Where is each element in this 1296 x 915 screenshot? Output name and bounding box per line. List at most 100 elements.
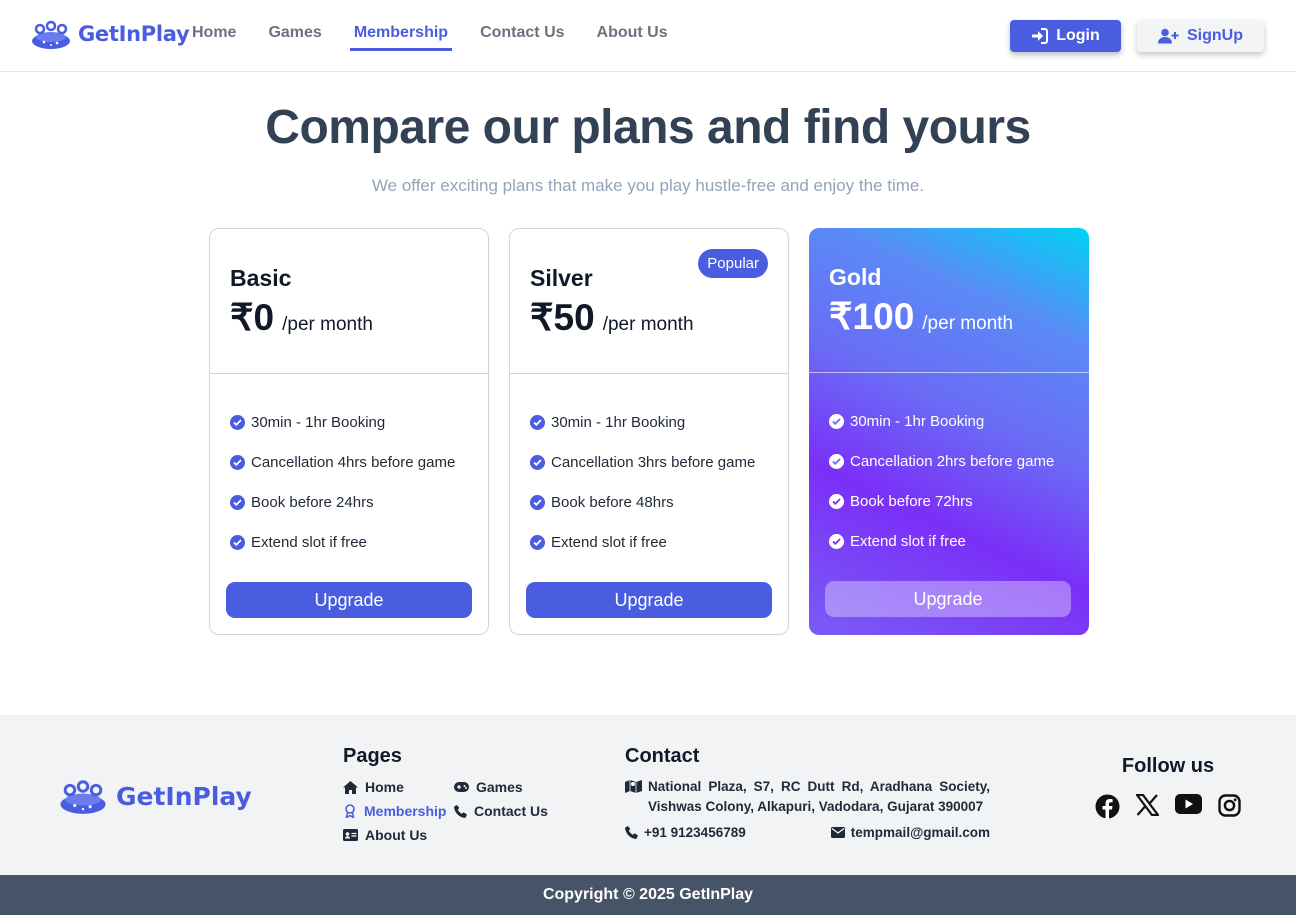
check-circle-icon <box>829 413 844 429</box>
instagram-icon[interactable] <box>1218 794 1241 817</box>
check-circle-icon <box>230 414 245 430</box>
feature-item: Cancellation 2hrs before game <box>829 441 1089 481</box>
upgrade-button-basic[interactable]: Upgrade <box>226 582 472 618</box>
plan-header: Popular Silver ₹50 /per month <box>510 229 788 374</box>
nav-link-about-us[interactable]: About Us <box>597 24 672 51</box>
user-plus-icon <box>1158 28 1179 44</box>
nav-link-home[interactable]: Home <box>192 24 240 51</box>
feature-text: Book before 48hrs <box>551 493 674 511</box>
price-row: ₹50 /per month <box>530 296 768 339</box>
feature-item: Extend slot if free <box>829 521 1089 561</box>
check-circle-icon <box>829 493 844 509</box>
feature-item: 30min - 1hr Booking <box>829 401 1089 441</box>
plan-price: ₹50 <box>530 297 595 338</box>
feature-item: Book before 24hrs <box>230 482 488 522</box>
feature-list: 30min - 1hr Booking Cancellation 2hrs be… <box>809 373 1089 561</box>
home-icon <box>343 780 358 794</box>
pages-links: Home Games Membership Contact Us About U… <box>343 778 564 844</box>
feature-item: Cancellation 3hrs before game <box>530 442 788 482</box>
phone-number[interactable]: +91 9123456789 <box>625 825 746 840</box>
upgrade-button-gold[interactable]: Upgrade <box>825 581 1071 617</box>
feature-text: 30min - 1hr Booking <box>251 413 386 431</box>
plan-name: Basic <box>230 265 292 291</box>
feature-item: Extend slot if free <box>230 522 488 562</box>
footer-link-home[interactable]: Home <box>343 778 454 796</box>
footer-link-label: Contact Us <box>474 803 548 819</box>
nav-link-contact-us[interactable]: Contact Us <box>480 24 568 51</box>
plan-price: ₹0 <box>230 297 275 338</box>
footer-link-label: About Us <box>365 827 428 843</box>
plan-period: /per month <box>922 313 1014 334</box>
brand-logo[interactable]: GetInPlay <box>30 18 190 50</box>
footer-follow: Follow us <box>1092 755 1244 819</box>
youtube-icon[interactable] <box>1175 794 1202 814</box>
address-text: National Plaza, S7, RC Dutt Rd, Aradhana… <box>648 779 990 814</box>
map-icon <box>625 780 642 793</box>
upgrade-button-silver[interactable]: Upgrade <box>526 582 772 618</box>
nav-link-games[interactable]: Games <box>268 24 325 51</box>
feature-item: Extend slot if free <box>530 522 788 562</box>
plan-header: Basic ₹0 /per month <box>210 229 488 374</box>
phone-text: +91 9123456789 <box>644 825 746 840</box>
login-icon <box>1032 28 1049 44</box>
email-address[interactable]: tempmail@gmail.com <box>830 825 990 840</box>
check-circle-icon <box>230 534 245 550</box>
feature-text: Cancellation 2hrs before game <box>850 452 1055 470</box>
plan-card-basic: Basic ₹0 /per month 30min - 1hr Booking … <box>209 228 489 635</box>
contact-heading: Contact <box>625 745 700 767</box>
brand-name: GetInPlay <box>78 22 190 46</box>
feature-text: Extend slot if free <box>251 533 367 551</box>
feature-text: Cancellation 3hrs before game <box>551 453 756 471</box>
check-circle-icon <box>530 534 545 550</box>
facebook-icon[interactable] <box>1095 794 1120 819</box>
footer-link-games[interactable]: Games <box>454 778 564 796</box>
plan-name: Gold <box>829 264 882 290</box>
login-label: Login <box>1056 27 1100 44</box>
nav-link-membership[interactable]: Membership <box>349 24 453 51</box>
footer-pages: Pages Home Games Membership Contact Us A… <box>343 745 564 844</box>
check-circle-icon <box>230 454 245 470</box>
pages-heading: Pages <box>343 745 402 767</box>
feature-item: 30min - 1hr Booking <box>230 402 488 442</box>
price-row: ₹100 /per month <box>829 295 1069 338</box>
logo-icon <box>60 780 106 814</box>
feature-list: 30min - 1hr Booking Cancellation 3hrs be… <box>510 374 788 562</box>
footer-link-about-us[interactable]: About Us <box>343 826 454 844</box>
footer: GetInPlay Pages Home Games Membership Co… <box>0 715 1296 875</box>
x-icon[interactable] <box>1136 794 1159 816</box>
check-circle-icon <box>530 414 545 430</box>
login-button[interactable]: Login <box>1010 20 1121 52</box>
follow-heading: Follow us <box>1121 755 1215 777</box>
phone-icon <box>454 804 467 818</box>
social-links <box>1092 794 1244 819</box>
feature-text: Cancellation 4hrs before game <box>251 453 456 471</box>
envelope-icon <box>830 827 845 838</box>
feature-item: Cancellation 4hrs before game <box>230 442 488 482</box>
feature-text: 30min - 1hr Booking <box>850 412 985 430</box>
plan-card-gold: Gold ₹100 /per month 30min - 1hr Booking… <box>809 228 1089 635</box>
feature-text: Extend slot if free <box>551 533 667 551</box>
check-circle-icon <box>530 494 545 510</box>
feature-text: Book before 72hrs <box>850 492 973 510</box>
price-row: ₹0 /per month <box>230 296 468 339</box>
feature-text: Book before 24hrs <box>251 493 374 511</box>
top-navbar: GetInPlay Home Games Membership Contact … <box>0 0 1296 72</box>
footer-brand-name: GetInPlay <box>116 781 252 811</box>
footer-link-contact-us[interactable]: Contact Us <box>454 802 564 820</box>
footer-brand[interactable]: GetInPlay <box>58 777 252 815</box>
plan-price: ₹100 <box>829 296 915 337</box>
page-subtitle: We offer exciting plans that make you pl… <box>371 176 925 195</box>
address: National Plaza, S7, RC Dutt Rd, Aradhana… <box>625 777 990 817</box>
feature-text: 30min - 1hr Booking <box>551 413 686 431</box>
footer-link-label: Membership <box>364 803 447 819</box>
id-card-icon <box>343 829 358 841</box>
footer-link-label: Games <box>476 779 523 795</box>
check-circle-icon <box>829 533 844 549</box>
signup-label: SignUp <box>1187 27 1243 44</box>
signup-button[interactable]: SignUp <box>1137 20 1264 52</box>
main-nav: Home Games Membership Contact Us About U… <box>192 24 700 51</box>
feature-item: Book before 72hrs <box>829 481 1089 521</box>
email-text: tempmail@gmail.com <box>850 825 990 840</box>
footer-link-membership[interactable]: Membership <box>343 802 454 820</box>
feature-item: Book before 48hrs <box>530 482 788 522</box>
